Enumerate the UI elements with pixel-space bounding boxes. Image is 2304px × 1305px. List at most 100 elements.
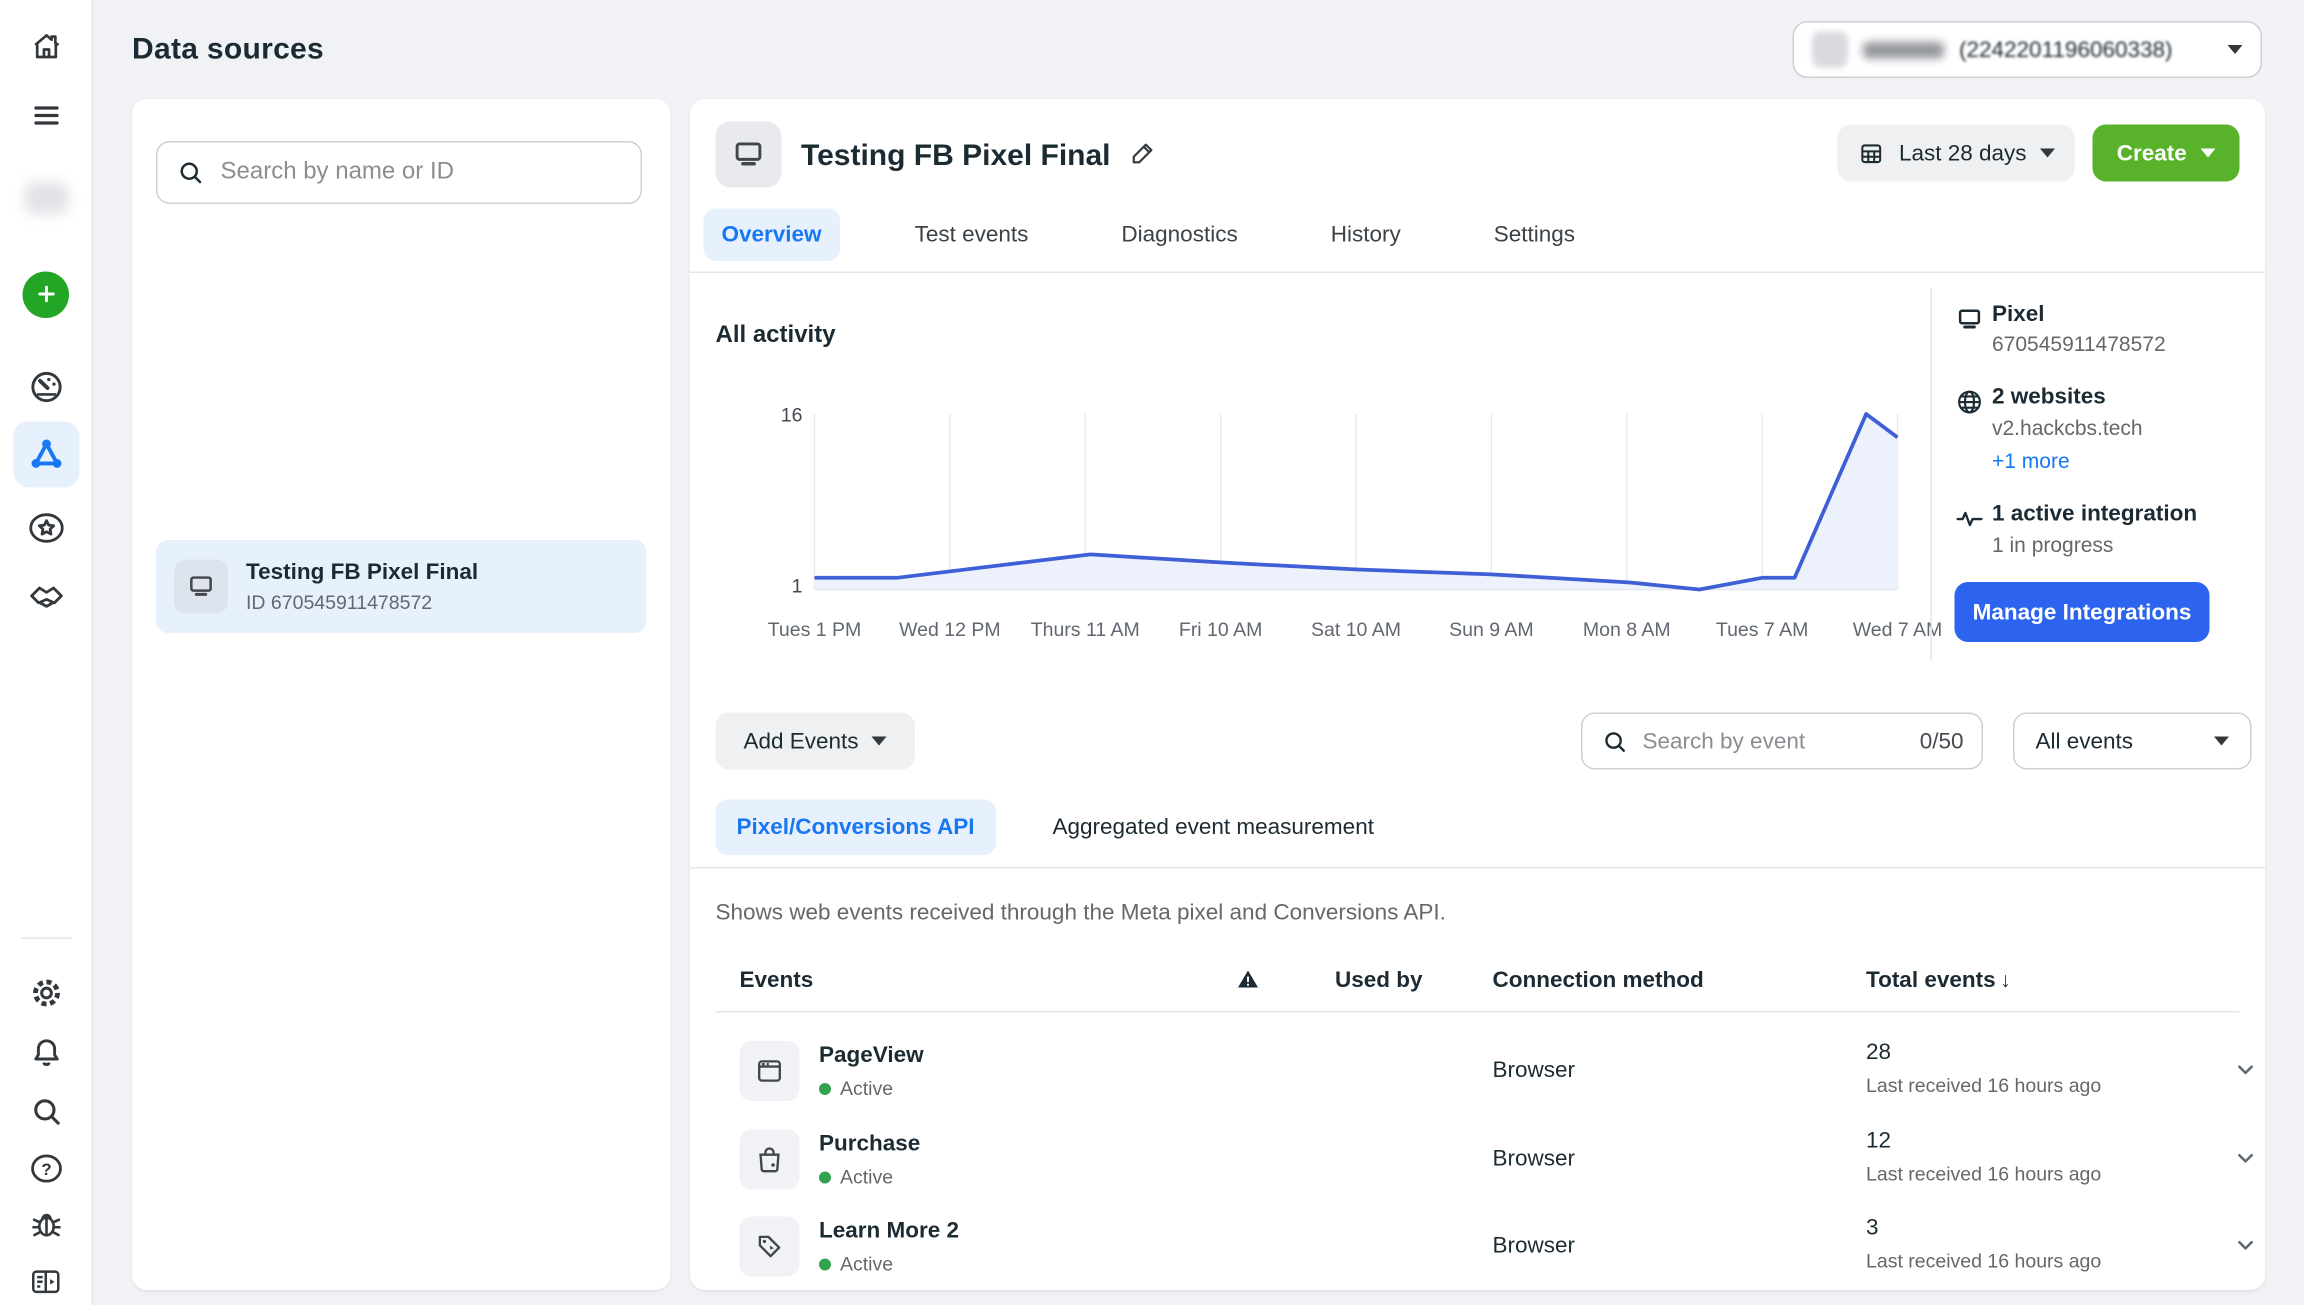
expand-chevron-icon[interactable] [2232,1056,2259,1091]
detail-tabs: Overview Test events Diagnostics History… [704,207,1594,261]
total-events: 28 [1866,1040,1891,1066]
table-row[interactable]: Learn More 2 Active Browser 3 Last recei… [690,1214,2265,1291]
date-range-label: Last 28 days [1899,140,2027,166]
table-header-divider [716,1011,2240,1013]
svg-text:?: ? [41,1160,51,1179]
source-search-input[interactable] [221,159,623,186]
partners-handshake-icon[interactable] [22,575,70,623]
data-sources-icon[interactable] [13,422,79,488]
table-row[interactable]: Purchase Active Browser 12 Last received… [690,1127,2265,1214]
account-id: (2242201196060338) [1959,37,2173,63]
col-header-total[interactable]: Total events↓ [1866,968,2011,994]
events-manager-screen: ? Data sources (2242201196060338) Testin… [0,0,2304,1305]
tab-history[interactable]: History [1313,208,1419,261]
laptop-icon [1955,305,1985,335]
pulse-icon [1955,504,1985,534]
settings-gear-icon[interactable] [22,969,70,1017]
pixel-id: 670545911478572 [1992,332,2166,356]
total-events: 12 [1866,1128,1891,1154]
event-status: Active [819,1166,893,1189]
col-header-used-by[interactable]: Used by [1335,968,1423,994]
add-events-button[interactable]: Add Events [716,713,916,770]
create-button[interactable]: Create [2093,125,2240,182]
total-events: 3 [1866,1215,1879,1241]
pixel-label: Pixel [1992,302,2045,328]
event-filter-dropdown[interactable]: All events [2013,713,2252,770]
event-search-input[interactable] [1643,728,1907,754]
event-filter-label: All events [2036,728,2134,754]
add-events-label: Add Events [743,728,858,754]
connection-method: Browser [1493,1233,1576,1259]
search-counter: 0/50 [1920,728,1964,754]
tab-diagnostics[interactable]: Diagnostics [1103,208,1255,261]
integrations-sub: 1 in progress [1992,533,2113,557]
last-received: Last received 16 hours ago [1866,1163,2101,1186]
source-search[interactable] [156,141,642,204]
report-bug-icon[interactable] [22,1200,70,1248]
caret-down-icon [872,737,887,746]
caret-down-icon [2040,149,2055,158]
sort-descending-icon: ↓ [2000,968,2011,992]
manage-integrations-button[interactable]: Manage Integrations [1955,582,2210,642]
search-icon[interactable] [22,1088,70,1136]
account-switcher[interactable]: (2242201196060338) [1793,21,2263,78]
x-axis-tick: Wed 12 PM [899,618,1001,641]
plus-icon [23,271,70,318]
notifications-bell-icon[interactable] [22,1029,70,1077]
help-icon[interactable]: ? [22,1145,70,1193]
websites-label: 2 websites [1992,384,2106,410]
tab-settings[interactable]: Settings [1476,208,1593,261]
source-list-item-selected[interactable]: Testing FB Pixel Final ID 67054591147857… [156,540,647,633]
event-name: PageView [819,1043,924,1069]
edit-pencil-icon[interactable] [1128,138,1158,176]
source-id: ID 670545911478572 [246,589,478,615]
calendar-icon [1857,139,1886,168]
col-header-events[interactable]: Events [740,968,814,994]
subtab-pixel-api[interactable]: Pixel/Conversions API [716,800,996,856]
subtab-aem[interactable]: Aggregated event measurement [1032,800,1395,856]
tab-test-events[interactable]: Test events [897,208,1047,261]
globe-icon [1955,387,1985,417]
expand-chevron-icon[interactable] [2232,1145,2259,1180]
data-source-detail-panel: Testing FB Pixel Final Last 28 days Crea… [690,99,2265,1290]
expand-chevron-icon[interactable] [2232,1232,2259,1267]
caret-down-icon [2214,737,2229,746]
connection-method: Browser [1493,1058,1576,1084]
integrations-label: 1 active integration [1992,501,2197,527]
table-row[interactable]: PageView Active Browser 28 Last received… [690,1038,2265,1125]
menu-icon[interactable] [22,92,70,140]
favorites-star-icon[interactable] [22,504,70,552]
more-websites-link[interactable]: +1 more [1992,449,2070,473]
col-header-connection[interactable]: Connection method [1493,968,1704,994]
overview-speedometer-icon[interactable] [22,363,70,411]
tab-overview[interactable]: Overview [704,208,840,261]
chevron-down-icon [2228,45,2243,54]
create-plus-button[interactable] [22,270,70,318]
tag-icon [740,1217,800,1277]
home-icon[interactable] [22,23,70,71]
collapse-panel-icon[interactable] [22,1257,70,1305]
left-nav-rail: ? [0,0,93,1305]
chart-y-axis: 161 [735,414,803,590]
x-axis-tick: Mon 8 AM [1583,618,1671,641]
account-logo-blurred [1812,32,1848,68]
active-status-dot [819,1171,831,1183]
active-status-dot [819,1258,831,1270]
data-sources-list-panel: Testing FB Pixel Final ID 67054591147857… [132,99,671,1290]
date-range-button[interactable]: Last 28 days [1838,125,2075,182]
page-title: Data sources [132,33,324,68]
chart-title: All activity [716,323,836,350]
x-axis-tick: Fri 10 AM [1179,618,1262,641]
last-received: Last received 16 hours ago [1866,1250,2101,1273]
source-title: Testing FB Pixel Final [246,559,478,586]
event-status: Active [819,1077,893,1100]
app-logo-blurred [23,182,68,215]
info-divider [1931,288,1933,660]
account-name-blurred [1863,41,1944,58]
x-axis-tick: Sun 9 AM [1449,618,1534,641]
x-axis-tick: Sat 10 AM [1311,618,1401,641]
header-divider [690,272,2265,274]
event-search[interactable]: 0/50 [1581,713,1983,770]
pixel-title: Testing FB Pixel Final [801,140,1110,175]
website-domain: v2.hackcbs.tech [1992,416,2143,440]
